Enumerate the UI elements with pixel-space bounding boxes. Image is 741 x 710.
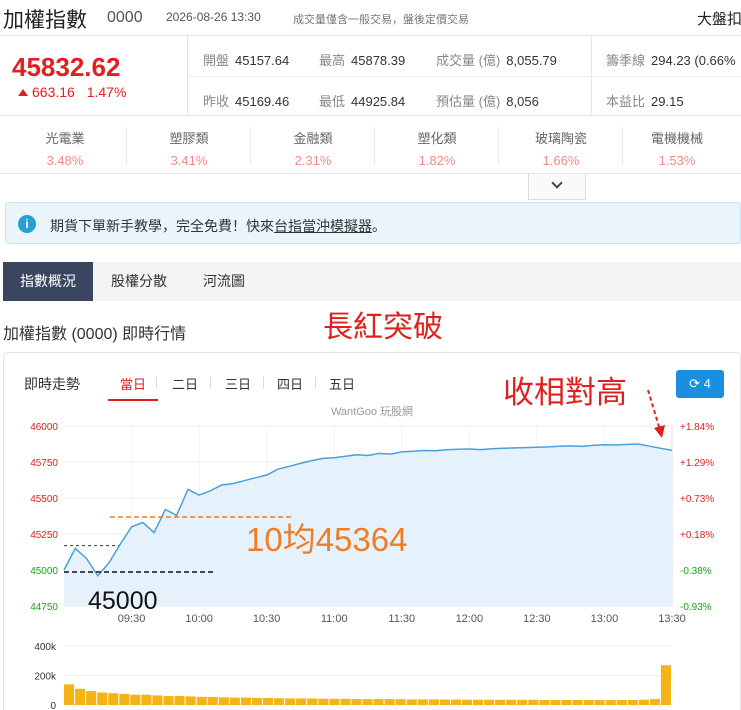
x-tick-label: 12:30: [523, 613, 551, 625]
volume-bar: [660, 665, 671, 705]
volume-bar: [274, 698, 285, 705]
volume-bar: [185, 696, 196, 705]
volume-bar: [649, 699, 660, 705]
volume-bar: [528, 699, 539, 705]
volume-bar: [340, 698, 351, 705]
volume-tick-label: 400k: [34, 642, 57, 653]
open-level-label: 45000: [88, 587, 158, 615]
volume-bar: [285, 698, 296, 705]
volume-bar: [86, 691, 97, 705]
x-tick-label: 13:00: [591, 613, 619, 625]
volume-bar: [539, 700, 550, 705]
volume-bar: [263, 697, 274, 705]
volume-bar: [373, 699, 384, 705]
volume-bar: [362, 699, 373, 705]
volume-tick-label: 0: [50, 701, 56, 710]
volume-bar: [417, 699, 428, 705]
volume-bar: [351, 699, 362, 705]
y-tick-label: 45000: [30, 566, 58, 577]
intraday-chart: 46000 +1.84% 45750 +1.29% 45500 +0.73% 45250 +0…: [30, 375, 714, 710]
volume-bar: [572, 700, 583, 705]
volume-bar: [627, 700, 638, 705]
y-tick-label-right: +0.18%: [680, 530, 714, 541]
volume-bar: [108, 693, 119, 705]
volume-bar: [318, 698, 329, 705]
high-note-arrow: [647, 389, 661, 431]
y-tick-label: 45500: [30, 494, 58, 505]
volume-bar: [428, 699, 439, 705]
volume-bar: [141, 694, 152, 705]
volume-bar: [207, 696, 218, 705]
volume-bar: [307, 698, 318, 705]
volume-bar: [594, 700, 605, 705]
volume-bar: [119, 693, 130, 705]
x-tick-label: 11:00: [321, 613, 348, 625]
y-tick-label: 45750: [30, 458, 58, 469]
volume-bar: [484, 699, 495, 705]
volume-bar: [296, 698, 307, 705]
volume-bar: [506, 699, 517, 705]
y-tick-label: 45250: [30, 530, 58, 541]
y-tick-label-right: +1.29%: [680, 458, 714, 469]
y-tick-label-right: +0.73%: [680, 494, 714, 505]
chart-watermark: WantGoo 玩股網: [331, 404, 413, 418]
high-note-label: 收相對高: [503, 375, 627, 410]
y-tick-label-right: -0.38%: [680, 566, 712, 577]
y-tick-label: 46000: [30, 422, 58, 433]
volume-bar: [384, 699, 395, 705]
volume-bar: [251, 697, 262, 705]
y-tick-label-right: -0.93%: [680, 602, 712, 613]
volume-bar: [550, 700, 561, 705]
volume-bar: [473, 699, 484, 705]
volume-bar: [229, 697, 240, 705]
x-tick-label: 10:00: [185, 613, 213, 625]
volume-bar: [561, 700, 572, 705]
x-tick-label: 10:30: [253, 613, 281, 625]
volume-bar: [163, 696, 174, 705]
volume-bar: [152, 695, 163, 705]
volume-bar: [240, 697, 251, 705]
y-tick-label-right: +1.84%: [680, 422, 714, 433]
arrow-head-icon: [654, 425, 665, 438]
volume-bar: [174, 695, 185, 705]
volume-bar: [495, 699, 506, 705]
volume-bar: [638, 699, 649, 705]
volume-bar: [218, 697, 229, 705]
x-tick-label: 13:30: [658, 613, 686, 625]
volume-bar: [517, 699, 528, 705]
volume-bar: [439, 699, 450, 705]
volume-bar: [406, 699, 417, 705]
volume-bar: [616, 700, 627, 705]
volume-bar: [64, 684, 75, 705]
ma10-label: 10均45364: [246, 521, 407, 558]
volume-bar: [75, 688, 86, 705]
volume-bar: [130, 694, 141, 705]
volume-bar: [329, 698, 340, 705]
volume-bar: [583, 700, 594, 705]
volume-tick-label: 200k: [34, 672, 57, 683]
x-tick-label: 11:30: [388, 613, 415, 625]
volume-bar: [196, 696, 207, 705]
volume-bar: [605, 700, 616, 705]
x-tick-label: 12:00: [456, 613, 484, 625]
y-tick-label: 44750: [30, 602, 58, 613]
volume-bar: [462, 699, 473, 705]
volume-bar: [395, 699, 406, 705]
volume-bar: [97, 692, 108, 705]
volume-bar: [450, 699, 461, 705]
